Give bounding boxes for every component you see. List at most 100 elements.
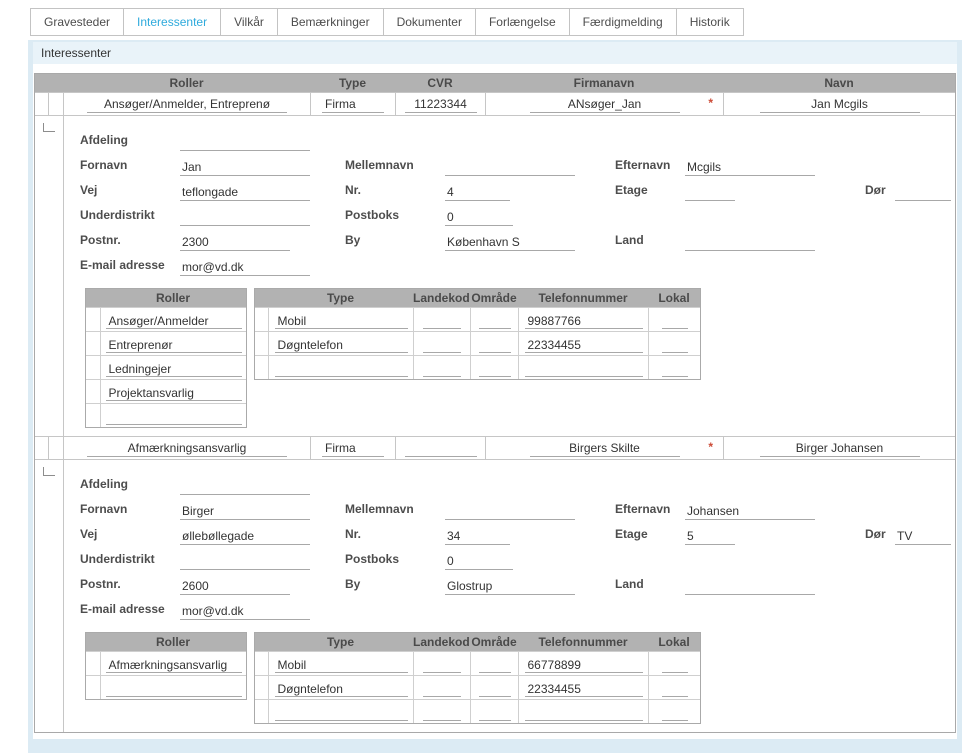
land-input[interactable] xyxy=(685,579,815,595)
phone-nummer-field[interactable]: 99887766 xyxy=(525,314,643,329)
phone-omrade-field[interactable] xyxy=(479,314,511,329)
phone-lokal-field[interactable] xyxy=(662,682,688,697)
tab[interactable]: Dokumenter xyxy=(383,8,476,36)
roller-value-field[interactable] xyxy=(106,682,242,697)
roller-value-field[interactable]: Ledningejer xyxy=(106,362,242,377)
roller-value-field[interactable] xyxy=(106,410,242,425)
tab[interactable]: Vilkår xyxy=(220,8,278,36)
roller-value-field[interactable]: Afmærkningsansvarlig xyxy=(106,658,242,673)
phone-type-field[interactable]: Døgntelefon xyxy=(275,682,408,697)
phone-landekode-field[interactable] xyxy=(423,706,461,721)
etage-input[interactable]: 5 xyxy=(685,529,735,545)
vej-input[interactable]: øllebøllegade xyxy=(180,529,310,545)
postnr-input[interactable]: 2600 xyxy=(180,579,290,595)
postnr-input[interactable]: 2300 xyxy=(180,235,290,251)
collapse-toggle-icon[interactable] xyxy=(43,123,55,132)
row-selector-cell[interactable] xyxy=(255,356,268,379)
tab[interactable]: Forlængelse xyxy=(475,8,570,36)
phone-lokal-field[interactable] xyxy=(662,362,688,377)
phone-lokal-field[interactable] xyxy=(662,658,688,673)
phone-lokal-field[interactable] xyxy=(662,314,688,329)
row-marker-cell[interactable] xyxy=(48,437,63,459)
phone-nummer-field[interactable] xyxy=(525,362,643,377)
roller-value-field[interactable]: Ansøger/Anmelder xyxy=(106,314,242,329)
dor-input[interactable] xyxy=(895,185,951,201)
row-selector-cell[interactable] xyxy=(86,332,100,355)
dor-input[interactable]: TV xyxy=(895,529,951,545)
navn-field[interactable]: Jan Mcgils xyxy=(760,97,920,113)
row-marker-cell[interactable] xyxy=(48,93,63,115)
tab[interactable]: Færdigmelding xyxy=(569,8,677,36)
postboks-input[interactable]: 0 xyxy=(445,554,513,570)
row-selector-cell[interactable] xyxy=(86,652,100,675)
phone-omrade-field[interactable] xyxy=(479,682,511,697)
row-selector-cell[interactable] xyxy=(35,437,48,459)
collapse-toggle-icon[interactable] xyxy=(43,467,55,476)
phone-nummer-field[interactable]: 22334455 xyxy=(525,338,643,353)
row-selector-cell[interactable] xyxy=(255,700,268,723)
row-selector-cell[interactable] xyxy=(35,93,48,115)
land-input[interactable] xyxy=(685,235,815,251)
row-selector-cell[interactable] xyxy=(255,676,268,699)
nr-input[interactable]: 34 xyxy=(445,529,510,545)
vej-input[interactable]: teflongade xyxy=(180,185,310,201)
phone-omrade-field[interactable] xyxy=(479,338,511,353)
type-field[interactable]: Firma xyxy=(322,441,384,457)
tab[interactable]: Interessenter xyxy=(123,8,221,36)
firmanavn-field[interactable]: Birgers Skilte xyxy=(530,441,680,457)
email-input[interactable]: mor@vd.dk xyxy=(180,260,310,276)
phone-landekode-field[interactable] xyxy=(423,682,461,697)
firmanavn-field[interactable]: ANsøger_Jan xyxy=(530,97,680,113)
row-selector-cell[interactable] xyxy=(255,652,268,675)
email-input[interactable]: mor@vd.dk xyxy=(180,604,310,620)
row-selector-cell[interactable] xyxy=(86,404,100,427)
navn-field[interactable]: Birger Johansen xyxy=(760,441,920,457)
phone-type-field[interactable] xyxy=(275,362,408,377)
row-selector-cell[interactable] xyxy=(86,676,100,699)
type-field[interactable]: Firma xyxy=(322,97,384,113)
phone-omrade-field[interactable] xyxy=(479,658,511,673)
mellemnavn-input[interactable] xyxy=(445,504,575,520)
phone-omrade-field[interactable] xyxy=(479,706,511,721)
phone-landekode-field[interactable] xyxy=(423,338,461,353)
tab[interactable]: Bemærkninger xyxy=(277,8,384,36)
phone-lokal-field[interactable] xyxy=(662,338,688,353)
phone-type-field[interactable]: Mobil xyxy=(275,658,408,673)
afdeling-input[interactable] xyxy=(180,479,310,495)
phone-type-field[interactable]: Mobil xyxy=(275,314,408,329)
row-selector-cell[interactable] xyxy=(86,380,100,403)
roller-field[interactable]: Ansøger/Anmelder, Entreprenø xyxy=(87,97,287,113)
phone-landekode-field[interactable] xyxy=(423,658,461,673)
underdistrikt-input[interactable] xyxy=(180,210,310,226)
row-selector-cell[interactable] xyxy=(86,308,100,331)
roller-field[interactable]: Afmærkningsansvarlig xyxy=(87,441,287,457)
etage-input[interactable] xyxy=(685,185,735,201)
phone-nummer-field[interactable]: 22334455 xyxy=(525,682,643,697)
postboks-input[interactable]: 0 xyxy=(445,210,513,226)
row-selector-cell[interactable] xyxy=(86,356,100,379)
tab[interactable]: Historik xyxy=(676,8,744,36)
phone-landekode-field[interactable] xyxy=(423,314,461,329)
row-selector-cell[interactable] xyxy=(255,308,268,331)
phone-nummer-field[interactable]: 66778899 xyxy=(525,658,643,673)
fornavn-input[interactable]: Birger xyxy=(180,504,310,520)
tab[interactable]: Gravesteder xyxy=(30,8,124,36)
phone-type-field[interactable] xyxy=(275,706,408,721)
row-selector-cell[interactable] xyxy=(255,332,268,355)
phone-lokal-field[interactable] xyxy=(662,706,688,721)
phone-omrade-field[interactable] xyxy=(479,362,511,377)
mellemnavn-input[interactable] xyxy=(445,160,575,176)
by-input[interactable]: Glostrup xyxy=(445,579,575,595)
phone-landekode-field[interactable] xyxy=(423,362,461,377)
underdistrikt-input[interactable] xyxy=(180,554,310,570)
by-input[interactable]: København S xyxy=(445,235,575,251)
phone-type-field[interactable]: Døgntelefon xyxy=(275,338,408,353)
efternavn-input[interactable]: Johansen xyxy=(685,504,815,520)
nr-input[interactable]: 4 xyxy=(445,185,510,201)
cvr-field[interactable]: 11223344 xyxy=(405,97,477,113)
efternavn-input[interactable]: Mcgils xyxy=(685,160,815,176)
roller-value-field[interactable]: Entreprenør xyxy=(106,338,242,353)
roller-value-field[interactable]: Projektansvarlig xyxy=(106,386,242,401)
afdeling-input[interactable] xyxy=(180,135,310,151)
fornavn-input[interactable]: Jan xyxy=(180,160,310,176)
